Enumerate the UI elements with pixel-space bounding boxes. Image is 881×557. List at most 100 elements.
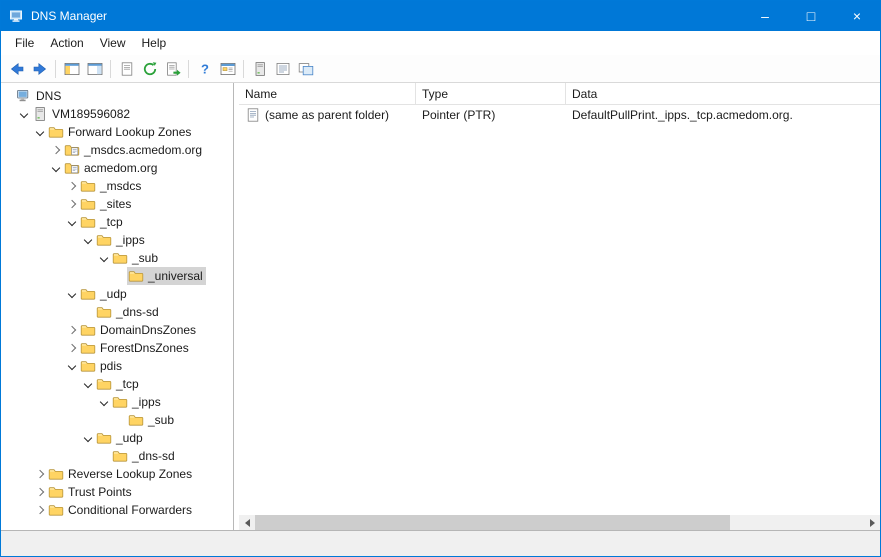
main-area: DNSVM189596082Forward Lookup Zones_msdcs… [1,83,880,530]
chevron-down-icon[interactable] [17,105,31,123]
chevron-right-icon[interactable] [65,321,79,339]
tree-item[interactable]: ForestDnsZones [1,339,233,357]
cell-name-text: (same as parent folder) [265,108,389,122]
filter-icon[interactable] [294,57,317,80]
chevron-down-icon[interactable] [81,375,95,393]
tree-item[interactable]: _ipps [1,393,233,411]
folder-icon [96,232,112,248]
tree-item[interactable]: pdis [1,357,233,375]
scroll-left-button[interactable] [239,515,255,530]
horizontal-scrollbar[interactable] [239,515,880,530]
chevron-down-icon[interactable] [65,213,79,231]
console-window-icon[interactable] [216,57,239,80]
folder-icon [96,376,112,392]
tree-item[interactable]: _dns-sd [1,447,233,465]
tree-item[interactable]: Trust Points [1,483,233,501]
tree-item[interactable]: _ipps [1,231,233,249]
tree-indent [1,258,97,259]
chevron-down-icon[interactable] [97,393,111,411]
toolbar-separator [110,60,111,78]
scroll-right-button[interactable] [864,515,880,530]
titlebar[interactable]: DNS Manager –□× [1,1,880,31]
tree-item[interactable]: Reverse Lookup Zones [1,465,233,483]
folder-icon [80,178,96,194]
tree-item[interactable]: _udp [1,285,233,303]
tree-item[interactable]: DNS [1,87,233,105]
chevron-right-icon[interactable] [65,177,79,195]
chevron-down-icon[interactable] [33,123,47,141]
close-button[interactable]: × [834,1,880,31]
tree-indent [1,186,65,187]
menu-action[interactable]: Action [42,32,91,54]
tree-item[interactable]: _msdcs.acmedom.org [1,141,233,159]
chevron-right-icon[interactable] [49,141,63,159]
chevron-down-icon[interactable] [65,357,79,375]
toolbar-separator [243,60,244,78]
chevron-down-icon[interactable] [65,285,79,303]
tree-indent [1,168,49,169]
tree-item[interactable]: _msdcs [1,177,233,195]
record-icon [245,107,261,123]
show-hide-action-pane-icon[interactable] [83,57,106,80]
tree-indent [1,438,81,439]
tree-item-content: _sub [127,411,177,429]
record-list-icon[interactable] [271,57,294,80]
server-status-icon[interactable] [248,57,271,80]
chevron-right-icon[interactable] [65,195,79,213]
tree-item[interactable]: acmedom.org [1,159,233,177]
export-list-icon[interactable] [161,57,184,80]
properties-icon[interactable] [115,57,138,80]
menu-view[interactable]: View [92,32,134,54]
chevron-right-icon[interactable] [33,465,47,483]
tree-item[interactable]: Conditional Forwarders [1,501,233,519]
menu-help[interactable]: Help [134,32,175,54]
maximize-button[interactable]: □ [788,1,834,31]
chevron-down-icon[interactable] [81,429,95,447]
tree-indent [1,222,65,223]
back-icon[interactable] [5,57,28,80]
tree-item-content: Trust Points [47,483,135,501]
column-header-name[interactable]: Name [239,83,416,104]
column-header-data[interactable]: Data [566,83,880,104]
chevron-right-icon[interactable] [33,483,47,501]
menu-file[interactable]: File [7,32,42,54]
forward-icon[interactable] [28,57,51,80]
folder-icon [80,286,96,302]
minimize-button[interactable]: – [742,1,788,31]
refresh-icon[interactable] [138,57,161,80]
tree-indent [1,492,33,493]
tree-item-content: _dns-sd [111,447,178,465]
column-header-type[interactable]: Type [416,83,566,104]
scrollbar-track[interactable] [255,515,864,530]
tree-item-content: _udp [95,429,146,447]
list-row[interactable]: (same as parent folder)Pointer (PTR)Defa… [239,105,880,124]
tree-indent [1,420,113,421]
tree-item-label: _udp [100,287,127,301]
tree-item[interactable]: _sub [1,249,233,267]
window-title: DNS Manager [31,9,742,23]
tree-item-content: _dns-sd [95,303,162,321]
chevron-down-icon[interactable] [81,231,95,249]
tree-item[interactable]: DomainDnsZones [1,321,233,339]
tree-item[interactable]: _universal [1,267,233,285]
chevron-down-icon[interactable] [49,159,63,177]
tree-item[interactable]: Forward Lookup Zones [1,123,233,141]
tree-item-content: _tcp [95,375,142,393]
tree-item[interactable]: _sub [1,411,233,429]
tree-item[interactable]: _tcp [1,213,233,231]
scrollbar-thumb[interactable] [255,515,730,530]
tree-item-label: _msdcs [100,179,141,193]
tree-item[interactable]: _sites [1,195,233,213]
tree-item-label: DomainDnsZones [100,323,196,337]
tree-item[interactable]: _tcp [1,375,233,393]
tree-item[interactable]: _udp [1,429,233,447]
chevron-down-icon[interactable] [97,249,111,267]
tree-item[interactable]: VM189596082 [1,105,233,123]
show-hide-tree-icon[interactable] [60,57,83,80]
chevron-right-icon[interactable] [65,339,79,357]
tree-item-label: _dns-sd [132,449,175,463]
results-pane: NameTypeData (same as parent folder)Poin… [239,83,880,530]
chevron-right-icon[interactable] [33,501,47,519]
help-icon[interactable]: ? [193,57,216,80]
tree-item[interactable]: _dns-sd [1,303,233,321]
